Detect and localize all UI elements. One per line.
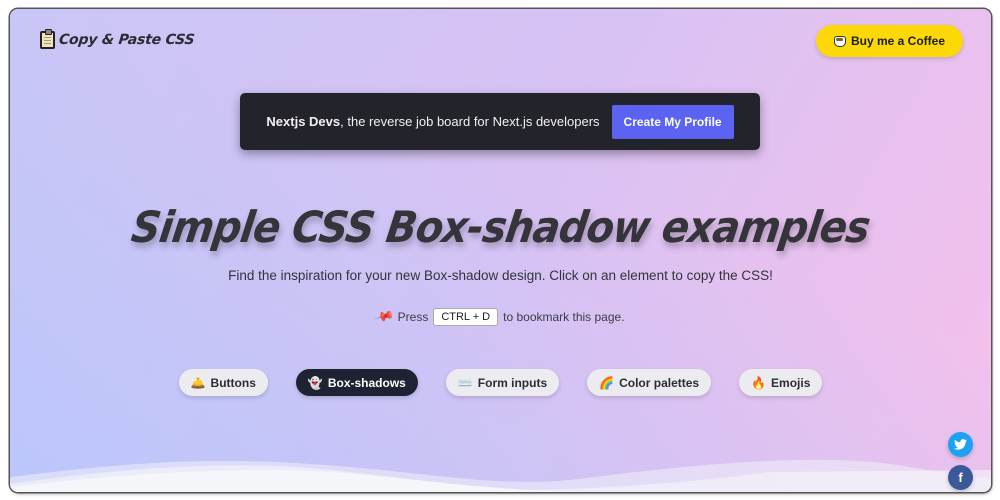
- rainbow-icon: 🌈: [599, 375, 615, 390]
- buy-me-a-coffee-button[interactable]: Buy me a Coffee: [815, 25, 963, 57]
- browser-viewport: Copy & Paste CSS Buy me a Coffee Nextjs …: [10, 9, 991, 492]
- bookmark-suffix: to bookmark this page.: [503, 310, 625, 324]
- nav-item-label: Color palettes: [619, 375, 700, 390]
- decorative-waves: [10, 459, 991, 492]
- nav-item-label: Form inputs: [477, 375, 548, 390]
- bookmark-hint: 📌 Press CTRL + D to bookmark this page.: [10, 306, 991, 328]
- ghost-icon: 👻: [307, 375, 323, 390]
- nav-item-emojis[interactable]: 🔥 Emojis: [739, 369, 823, 396]
- fire-icon: 🔥: [751, 375, 767, 390]
- twitter-icon: [954, 439, 967, 450]
- pushpin-icon: 📌: [374, 306, 396, 328]
- page-subtitle: Find the inspiration for your new Box-sh…: [228, 268, 773, 283]
- banner-brand[interactable]: Nextjs Devs: [266, 114, 340, 129]
- nav-item-box-shadows[interactable]: 👻 Box-shadows: [295, 369, 418, 396]
- bookmark-prefix: Press: [397, 310, 429, 324]
- facebook-icon: f: [958, 470, 963, 485]
- nav-item-color-palettes[interactable]: 🌈 Color palettes: [587, 369, 712, 396]
- sponsor-banner: Nextjs Devs, the reverse job board for N…: [240, 93, 760, 150]
- coffee-button-label: Buy me a Coffee: [850, 34, 945, 48]
- facebook-share-button[interactable]: f: [948, 465, 973, 490]
- nav-item-label: Buttons: [210, 375, 256, 390]
- keyboard-shortcut: CTRL + D: [433, 308, 499, 326]
- twitter-share-button[interactable]: [948, 432, 973, 457]
- keyboard-icon: ⌨️: [457, 375, 473, 390]
- nav-item-form-inputs[interactable]: ⌨️ Form inputs: [445, 369, 560, 396]
- nav-item-label: Box-shadows: [327, 375, 406, 390]
- logo-text: Copy & Paste CSS: [58, 32, 196, 48]
- page-title: Simple CSS Box-shadow examples: [128, 203, 873, 253]
- nav-item-buttons[interactable]: 🛎️ Buttons: [178, 369, 268, 396]
- nav-item-label: Emojis: [771, 375, 811, 390]
- site-logo[interactable]: Copy & Paste CSS: [40, 29, 196, 49]
- bell-icon: 🛎️: [190, 375, 206, 390]
- banner-description: , the reverse job board for Next.js deve…: [340, 114, 600, 129]
- create-profile-button[interactable]: Create My Profile: [611, 104, 734, 139]
- coffee-cup-icon: [833, 35, 846, 47]
- clipboard-icon: [40, 29, 55, 49]
- banner-text: Nextjs Devs, the reverse job board for N…: [266, 114, 599, 129]
- category-nav: 🛎️ Buttons 👻 Box-shadows ⌨️ Form inputs …: [10, 369, 991, 396]
